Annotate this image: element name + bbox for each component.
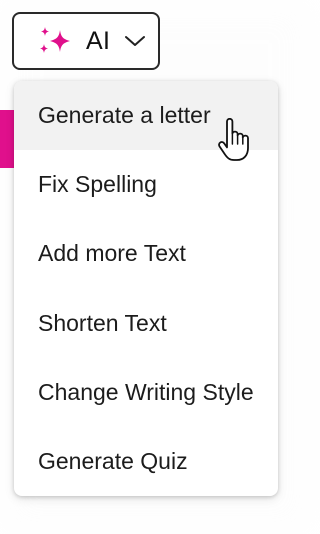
menu-item-label: Shorten Text — [38, 309, 167, 336]
menu-item-add-more-text[interactable]: Add more Text — [14, 219, 278, 288]
menu-item-label: Change Writing Style — [38, 378, 254, 405]
menu-item-shorten-text[interactable]: Shorten Text — [14, 289, 278, 358]
ai-dropdown-button[interactable]: AI — [12, 12, 160, 70]
menu-item-label: Add more Text — [38, 240, 186, 267]
sparkles-icon — [40, 27, 70, 53]
chevron-down-icon — [125, 36, 146, 46]
accent-strip — [0, 110, 14, 168]
menu-item-label: Generate Quiz — [38, 448, 188, 475]
pointer-hand-icon — [218, 118, 249, 161]
page: AI Generate a letter Fix Spelling Add mo… — [0, 0, 312, 534]
menu-item-label: Fix Spelling — [38, 171, 157, 198]
menu-item-generate-quiz[interactable]: Generate Quiz — [14, 427, 278, 496]
ai-button-label: AI — [86, 26, 111, 55]
menu-item-change-writing-style[interactable]: Change Writing Style — [14, 358, 278, 427]
menu-item-label: Generate a letter — [38, 102, 211, 129]
